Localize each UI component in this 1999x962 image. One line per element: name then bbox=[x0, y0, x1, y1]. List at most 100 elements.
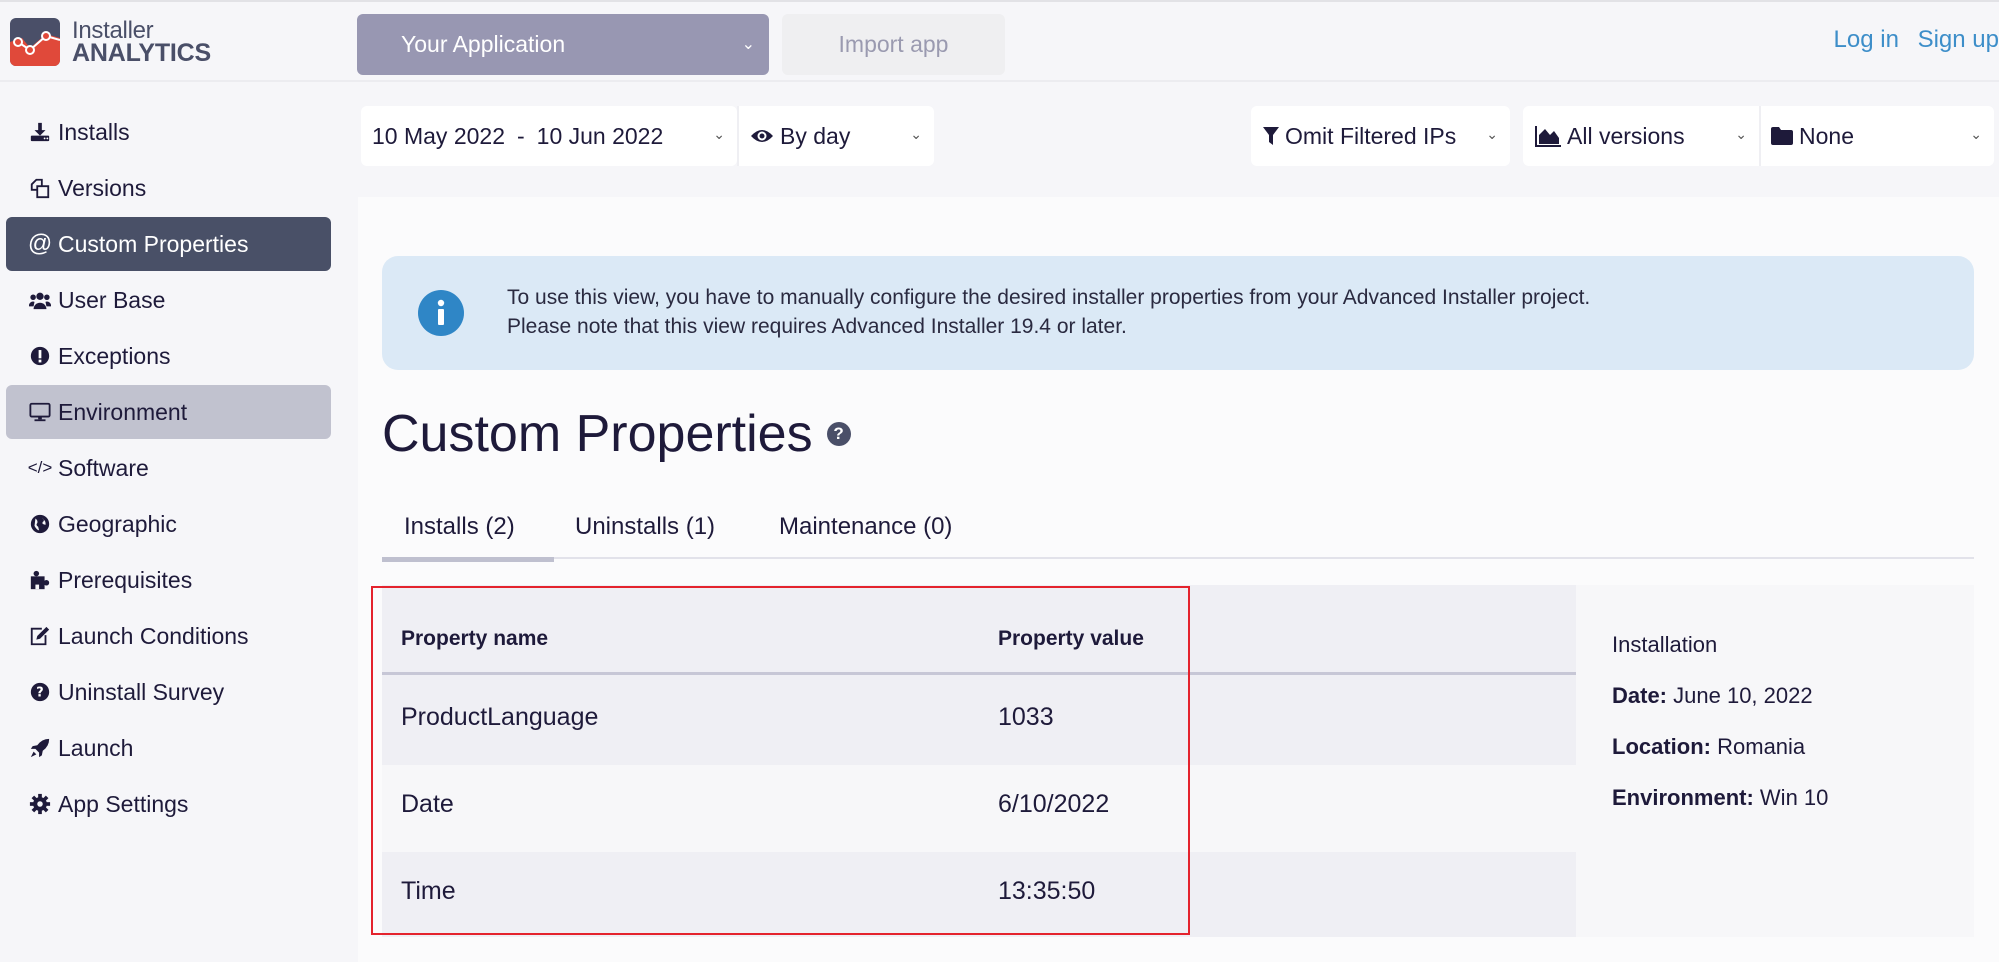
logo-icon bbox=[10, 18, 60, 66]
sidebar-item-label: Uninstall Survey bbox=[58, 678, 225, 705]
svg-text:?: ? bbox=[36, 686, 43, 701]
sidebar: Installs Versions @ Custom Properties Us… bbox=[0, 84, 345, 962]
versions-value: All versions bbox=[1567, 122, 1685, 149]
sidebar-item-label: App Settings bbox=[58, 790, 189, 817]
sidebar-item-label: Geographic bbox=[58, 510, 177, 537]
date-from: 10 May 2022 bbox=[372, 122, 505, 149]
globe-icon bbox=[28, 512, 52, 536]
puzzle-icon bbox=[28, 568, 52, 592]
sidebar-item-label: Exceptions bbox=[58, 342, 171, 369]
sidebar-item-label: Versions bbox=[58, 174, 147, 201]
sidebar-item-launch[interactable]: Launch bbox=[6, 721, 331, 775]
import-app-button[interactable]: Import app bbox=[782, 14, 1005, 75]
details-location: Location: Romania bbox=[1612, 734, 1805, 760]
sidebar-item-label: Launch Conditions bbox=[58, 622, 249, 649]
ip-filter-select[interactable]: Omit Filtered IPs ⌄ bbox=[1251, 106, 1510, 166]
info-line-1: To use this view, you have to manually c… bbox=[507, 286, 1591, 309]
chevron-down-icon: ⌄ bbox=[713, 126, 725, 142]
folder-select[interactable]: None ⌄ bbox=[1761, 106, 1994, 166]
sidebar-item-label: Environment bbox=[58, 398, 188, 425]
gear-icon bbox=[28, 792, 52, 816]
details-date-label: Date: bbox=[1612, 683, 1668, 708]
help-icon[interactable]: ? bbox=[826, 422, 851, 446]
tab-bar: Installs (2) Uninstalls (1) Maintenance … bbox=[382, 513, 1974, 562]
exclamation-circle-icon bbox=[28, 344, 52, 368]
sidebar-item-label: Launch bbox=[58, 734, 134, 761]
main-panel: To use this view, you have to manually c… bbox=[358, 197, 1999, 962]
details-date: Date: June 10, 2022 bbox=[1612, 683, 1813, 709]
tab-uninstalls[interactable]: Uninstalls (1) bbox=[575, 513, 715, 559]
tab-label: Maintenance (0) bbox=[779, 513, 953, 540]
properties-table: Property name Property value ProductLang… bbox=[382, 585, 1576, 937]
sidebar-item-exceptions[interactable]: Exceptions bbox=[6, 329, 331, 383]
sidebar-item-installs[interactable]: Installs bbox=[6, 105, 331, 159]
auth-links: Log in Sign up bbox=[1822, 26, 1999, 54]
details-location-value: Romania bbox=[1717, 734, 1806, 759]
sidebar-item-user-base[interactable]: User Base bbox=[6, 273, 331, 327]
granularity-select[interactable]: By day ⌄ bbox=[739, 106, 934, 166]
sidebar-item-label: Software bbox=[58, 454, 149, 481]
versions-select[interactable]: All versions ⌄ bbox=[1523, 106, 1759, 166]
table-row[interactable]: Time 13:35:50 bbox=[382, 852, 1576, 939]
info-alert: To use this view, you have to manually c… bbox=[382, 256, 1974, 370]
chevron-down-icon: ⌄ bbox=[910, 126, 922, 142]
sidebar-item-prerequisites[interactable]: Prerequisites bbox=[6, 553, 331, 607]
sidebar-item-environment[interactable]: Environment bbox=[6, 385, 331, 439]
download-icon bbox=[28, 120, 52, 144]
logo[interactable]: Installer ANALYTICS bbox=[10, 18, 211, 66]
filter-icon bbox=[1263, 126, 1279, 146]
date-range-picker[interactable]: 10 May 2022 - 10 Jun 2022 ⌄ bbox=[361, 106, 737, 166]
property-value: 13:35:50 bbox=[998, 877, 1096, 905]
column-header-value[interactable]: Property value bbox=[998, 627, 1144, 651]
sidebar-item-uninstall-survey[interactable]: ? Uninstall Survey bbox=[6, 665, 331, 719]
details-date-value: June 10, 2022 bbox=[1673, 683, 1813, 708]
page-title: Custom Properties ? bbox=[382, 404, 851, 464]
property-name: ProductLanguage bbox=[401, 703, 599, 731]
chevron-down-icon: ⌄ bbox=[1486, 126, 1498, 142]
ip-filter-value: Omit Filtered IPs bbox=[1285, 122, 1457, 149]
tab-installs[interactable]: Installs (2) bbox=[382, 513, 554, 562]
area-chart-icon bbox=[1535, 125, 1561, 147]
installation-details: Installation Date: June 10, 2022 Locatio… bbox=[1576, 585, 1974, 937]
tab-maintenance[interactable]: Maintenance (0) bbox=[779, 513, 952, 559]
sidebar-item-versions[interactable]: Versions bbox=[6, 161, 331, 215]
sidebar-item-app-settings[interactable]: App Settings bbox=[6, 777, 331, 831]
details-environment-value: Win 10 bbox=[1759, 785, 1829, 810]
sidebar-item-custom-properties[interactable]: @ Custom Properties bbox=[6, 217, 331, 271]
date-separator: - bbox=[516, 122, 525, 149]
folder-icon bbox=[1771, 127, 1793, 145]
app-select[interactable]: Your Application ⌄ bbox=[357, 14, 769, 75]
header: Installer ANALYTICS Your Application ⌄ I… bbox=[0, 2, 1999, 82]
page-title-text: Custom Properties bbox=[382, 405, 813, 463]
info-icon bbox=[418, 290, 464, 336]
signup-link[interactable]: Sign up bbox=[1918, 26, 1999, 53]
chevron-down-icon: ⌄ bbox=[1735, 126, 1747, 142]
rocket-icon bbox=[28, 736, 52, 760]
table-row[interactable]: Date 6/10/2022 bbox=[382, 765, 1576, 852]
table-row[interactable]: ProductLanguage 1033 bbox=[382, 678, 1576, 765]
column-header-name[interactable]: Property name bbox=[401, 627, 548, 651]
sidebar-item-label: Custom Properties bbox=[58, 230, 249, 257]
sidebar-item-launch-conditions[interactable]: Launch Conditions bbox=[6, 609, 331, 663]
details-environment-label: Environment: bbox=[1612, 785, 1754, 810]
granularity-value: By day bbox=[780, 122, 851, 149]
eye-icon bbox=[750, 127, 774, 145]
tab-label: Uninstalls (1) bbox=[575, 513, 716, 540]
login-link[interactable]: Log in bbox=[1834, 26, 1899, 53]
question-circle-icon: ? bbox=[28, 680, 52, 704]
folder-value: None bbox=[1799, 122, 1854, 149]
info-line-2: Please note that this view requires Adva… bbox=[507, 315, 1127, 338]
sidebar-item-label: Installs bbox=[58, 118, 130, 145]
property-name: Time bbox=[401, 877, 456, 905]
app-select-value: Your Application bbox=[401, 31, 566, 57]
code-icon: </> bbox=[27, 458, 53, 477]
sidebar-item-label: Prerequisites bbox=[58, 566, 193, 593]
sidebar-item-software[interactable]: </> Software bbox=[6, 441, 331, 495]
property-value: 1033 bbox=[998, 703, 1054, 731]
logo-line2: ANALYTICS bbox=[72, 39, 211, 67]
sidebar-item-geographic[interactable]: Geographic bbox=[6, 497, 331, 551]
details-environment: Environment: Win 10 bbox=[1612, 785, 1828, 811]
chevron-down-icon: ⌄ bbox=[741, 36, 755, 53]
sidebar-item-label: User Base bbox=[58, 286, 166, 313]
date-to: 10 Jun 2022 bbox=[536, 122, 664, 149]
